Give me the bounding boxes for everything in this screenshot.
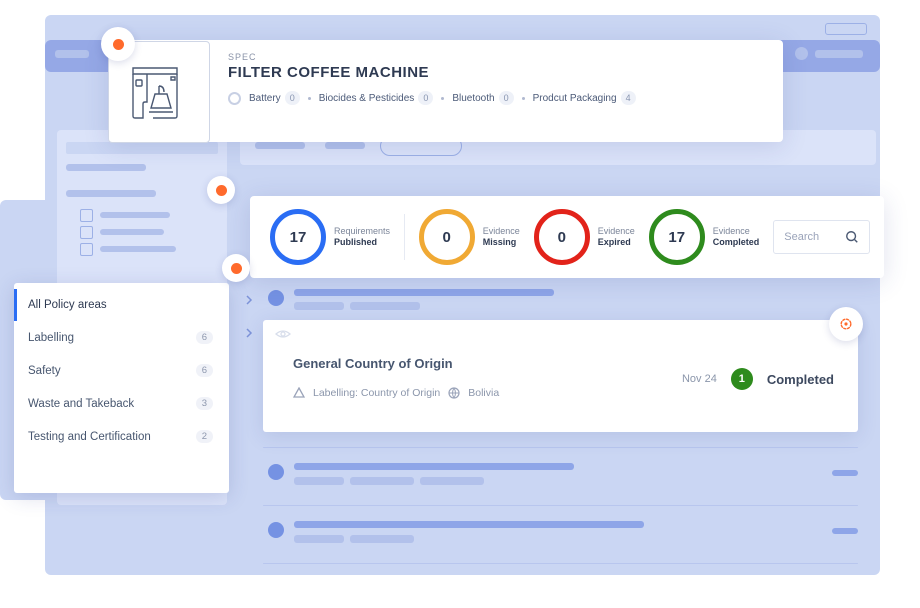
sk bbox=[294, 535, 344, 543]
policy-item-testing[interactable]: Testing and Certification2 bbox=[14, 420, 229, 453]
sk bbox=[325, 142, 365, 149]
stat-donut: 17 bbox=[649, 209, 705, 265]
stat-expired[interactable]: 0 EvidenceExpired bbox=[534, 209, 635, 265]
tag-packaging[interactable]: Prodcut Packaging4 bbox=[533, 91, 636, 105]
dot-separator bbox=[522, 97, 525, 100]
dot-separator bbox=[441, 97, 444, 100]
sk bbox=[100, 246, 176, 252]
sk bbox=[100, 229, 164, 235]
sk bbox=[66, 142, 218, 154]
row-dot bbox=[268, 522, 284, 538]
dot-separator bbox=[308, 97, 311, 100]
divider bbox=[263, 447, 858, 448]
header-sk bbox=[55, 50, 89, 58]
header-sk bbox=[825, 23, 867, 35]
sk bbox=[294, 477, 344, 485]
requirement-date: Nov 24 bbox=[682, 373, 717, 385]
sk bbox=[350, 477, 414, 485]
sk bbox=[294, 302, 344, 310]
eye-icon bbox=[275, 328, 291, 340]
requirement-meta: Labelling: Country of Origin Bolivia bbox=[293, 387, 499, 399]
stat-missing[interactable]: 0 EvidenceMissing bbox=[419, 209, 520, 265]
requirement-title: General Country of Origin bbox=[293, 356, 453, 371]
sk bbox=[294, 521, 644, 528]
sk bbox=[66, 164, 146, 171]
spec-eyebrow: SPEC bbox=[228, 52, 636, 62]
requirement-status: Completed bbox=[767, 372, 834, 387]
sk bbox=[832, 470, 858, 476]
sk bbox=[420, 477, 484, 485]
pulse-marker[interactable] bbox=[101, 27, 135, 61]
stat-donut: 17 bbox=[270, 209, 326, 265]
gear-icon bbox=[839, 317, 853, 331]
header-avatar-sk bbox=[795, 47, 808, 60]
divider bbox=[263, 563, 858, 564]
stat-donut: 0 bbox=[534, 209, 590, 265]
sk bbox=[100, 212, 170, 218]
checkbox-sk bbox=[80, 209, 93, 222]
sk bbox=[832, 528, 858, 534]
policy-dropdown: All Policy areas Labelling6 Safety6 Wast… bbox=[14, 283, 229, 493]
search-input[interactable]: Search bbox=[773, 220, 870, 254]
search-placeholder: Search bbox=[784, 231, 819, 243]
chevron-right-icon bbox=[243, 327, 255, 339]
pulse-marker[interactable] bbox=[207, 176, 235, 204]
sk bbox=[255, 142, 305, 149]
pulse-marker[interactable] bbox=[222, 254, 250, 282]
sk bbox=[350, 535, 414, 543]
policy-item-labelling[interactable]: Labelling6 bbox=[14, 321, 229, 354]
checkbox-sk bbox=[80, 243, 93, 256]
sk bbox=[294, 463, 574, 470]
requirement-card[interactable]: General Country of Origin Labelling: Cou… bbox=[263, 320, 858, 432]
tag-ring-icon bbox=[228, 92, 241, 105]
stat-divider bbox=[404, 214, 405, 260]
globe-icon bbox=[448, 387, 460, 399]
stat-published[interactable]: 17 RequirementsPublished bbox=[270, 209, 390, 265]
tag-biocides[interactable]: Biocides & Pesticides0 bbox=[319, 91, 434, 105]
header-sk bbox=[815, 50, 863, 58]
row-dot bbox=[268, 290, 284, 306]
spec-title: FILTER COFFEE MACHINE bbox=[228, 64, 636, 81]
tag-bluetooth[interactable]: Bluetooth0 bbox=[452, 91, 513, 105]
requirement-count: 1 bbox=[731, 368, 753, 390]
spec-card[interactable]: SPEC FILTER COFFEE MACHINE Battery0 Bioc… bbox=[108, 40, 783, 142]
row-dot bbox=[268, 464, 284, 480]
chevron-right-icon bbox=[243, 294, 255, 306]
policy-item-all[interactable]: All Policy areas bbox=[14, 289, 229, 321]
search-icon bbox=[845, 230, 859, 244]
stat-completed[interactable]: 17 EvidenceCompleted bbox=[649, 209, 760, 265]
tag-battery[interactable]: Battery0 bbox=[249, 91, 300, 105]
sk bbox=[294, 289, 554, 296]
sk bbox=[350, 302, 420, 310]
triangle-icon bbox=[293, 387, 305, 399]
policy-item-safety[interactable]: Safety6 bbox=[14, 354, 229, 387]
policy-item-waste[interactable]: Waste and Takeback3 bbox=[14, 387, 229, 420]
stats-card: 17 RequirementsPublished 0 EvidenceMissi… bbox=[250, 196, 884, 278]
spec-tags: Battery0 Biocides & Pesticides0 Bluetoot… bbox=[228, 91, 636, 105]
divider bbox=[263, 505, 858, 506]
checkbox-sk bbox=[80, 226, 93, 239]
settings-marker[interactable] bbox=[829, 307, 863, 341]
stat-donut: 0 bbox=[419, 209, 475, 265]
sk bbox=[66, 190, 156, 197]
